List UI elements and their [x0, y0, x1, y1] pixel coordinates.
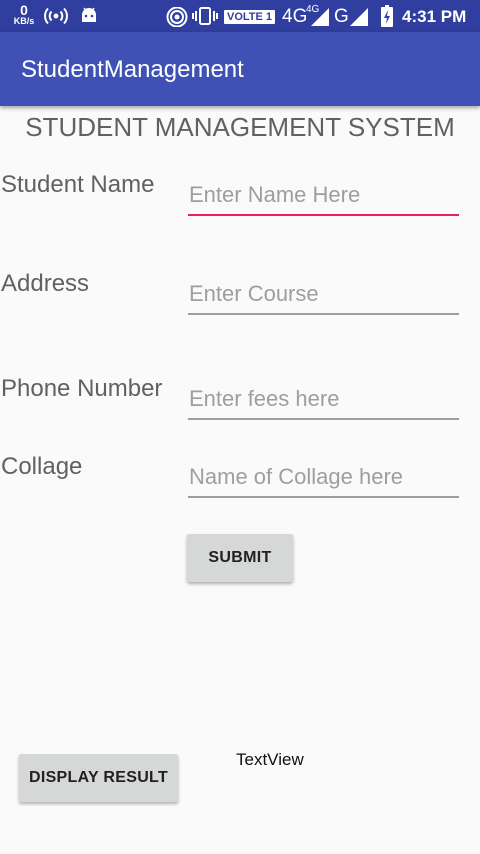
vibrate-icon — [192, 7, 218, 25]
student-name-input[interactable] — [188, 176, 459, 216]
data-rate-unit: KB/s — [13, 16, 35, 26]
status-bar: 0 KB/s VOLTE 1 4G 4G G 4:31 PM — [0, 0, 480, 32]
signal-icon — [311, 8, 329, 26]
submit-button[interactable]: SUBMIT — [187, 534, 293, 582]
app-bar: StudentManagement — [0, 32, 480, 106]
data-rate: 0 KB/s — [12, 3, 36, 26]
collage-label: Collage — [1, 453, 83, 480]
address-input[interactable] — [188, 275, 459, 315]
network-type-4g: 4G — [282, 6, 308, 27]
signal-icon-2 — [350, 8, 368, 26]
volte-label: VOLTE 1 — [227, 11, 273, 23]
battery-charging-icon — [381, 5, 393, 27]
clock: 4:31 PM — [402, 7, 467, 26]
wifi-calling-icon — [166, 7, 188, 27]
hotspot-icon — [44, 7, 68, 25]
page-heading: STUDENT MANAGEMENT SYSTEM — [25, 112, 455, 142]
display-result-button[interactable]: DISPLAY RESULT — [19, 754, 178, 802]
android-icon — [82, 7, 96, 22]
network-type-g: G — [334, 6, 349, 27]
phone-number-label: Phone Number — [1, 375, 163, 402]
data-rate-value: 0 — [20, 2, 28, 18]
app-title: StudentManagement — [21, 56, 244, 83]
result-textview: TextView — [236, 750, 304, 769]
student-name-label: Student Name — [1, 171, 155, 198]
volte-badge: VOLTE 1 — [224, 10, 276, 24]
address-label: Address — [1, 270, 90, 297]
phone-number-input[interactable] — [188, 380, 459, 420]
collage-input[interactable] — [188, 458, 459, 498]
